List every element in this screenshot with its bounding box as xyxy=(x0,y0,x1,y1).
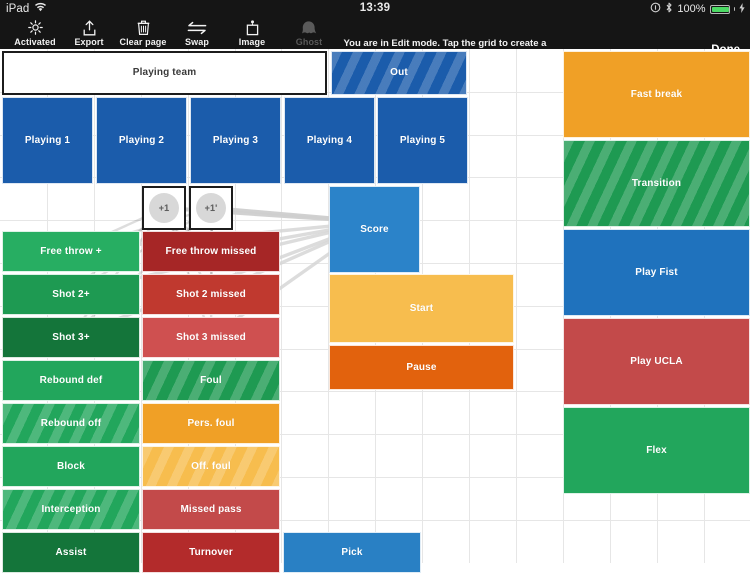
grid-button[interactable]: Pers. foul xyxy=(142,403,280,444)
grid-button-label: Shot 3+ xyxy=(52,331,90,343)
grid-button[interactable]: +1 xyxy=(142,186,186,230)
grid-button-label: Missed pass xyxy=(180,503,242,515)
grid-button-label: Pick xyxy=(341,546,363,558)
grid-button[interactable]: Block xyxy=(2,446,140,487)
grid-button-label: Off. foul xyxy=(191,460,231,472)
grid-button-label: Play Fist xyxy=(635,266,678,278)
grid-button[interactable]: Assist xyxy=(2,532,140,573)
grid-button-label: Fast break xyxy=(630,88,683,100)
grid-button-label: Play UCLA xyxy=(630,355,683,367)
status-bar-time: 13:39 xyxy=(359,2,391,14)
grid-button-label: Pause xyxy=(406,361,437,373)
status-bar: iPad 13:39 100% xyxy=(0,0,750,18)
grid-button[interactable]: Playing 4 xyxy=(284,97,375,184)
grid-button[interactable]: Off. foul xyxy=(142,446,280,487)
grid-button[interactable]: Out xyxy=(331,51,467,95)
grid-button-label: Playing 1 xyxy=(24,134,71,146)
rotation-lock-icon xyxy=(650,2,661,16)
grid-button-label: Transition xyxy=(631,177,682,189)
grid-button[interactable]: Free throw + xyxy=(2,231,140,272)
grid-button-label: Playing 4 xyxy=(306,134,353,146)
grid-button-label: Interception xyxy=(41,503,101,515)
grid-button-label: +1 xyxy=(158,203,170,213)
grid-button[interactable]: Transition xyxy=(563,140,750,227)
battery-percent: 100% xyxy=(677,3,706,15)
grid-button[interactable]: Playing 5 xyxy=(377,97,468,184)
grid-button[interactable]: Free throw missed xyxy=(142,231,280,272)
grid-button[interactable]: Foul xyxy=(142,360,280,401)
grid-button-label: Playing 2 xyxy=(118,134,165,146)
grid-button-label: Flex xyxy=(646,444,667,456)
grid-button[interactable]: Shot 2 missed xyxy=(142,274,280,315)
grid-button[interactable]: Start xyxy=(329,274,514,343)
grid-button[interactable]: Playing 2 xyxy=(96,97,187,184)
status-bar-right: 100% xyxy=(650,2,745,16)
grid-button[interactable]: Playing team xyxy=(2,51,327,95)
grid-button-label: Score xyxy=(360,223,389,235)
battery-nub xyxy=(733,7,735,11)
grid-button[interactable]: Interception xyxy=(2,489,140,530)
grid-button[interactable]: +1' xyxy=(189,186,233,230)
grid-button-label: Foul xyxy=(200,374,222,386)
grid-button[interactable]: Shot 3 missed xyxy=(142,317,280,358)
grid-button-label: Playing team xyxy=(132,67,197,78)
grid-button[interactable]: Playing 3 xyxy=(190,97,281,184)
grid-button-label: Free throw missed xyxy=(165,245,257,257)
grid-button[interactable]: Shot 2+ xyxy=(2,274,140,315)
grid-button[interactable]: Pick xyxy=(283,532,421,573)
bluetooth-icon xyxy=(665,2,673,16)
grid-button-label: Start xyxy=(409,302,434,314)
grid-button[interactable]: Playing 1 xyxy=(2,97,93,184)
grid-button-label: Block xyxy=(57,460,85,472)
battery-icon xyxy=(709,4,730,14)
grid-button-label: +1' xyxy=(204,203,218,213)
grid-button[interactable]: Shot 3+ xyxy=(2,317,140,358)
grid-button-label: Turnover xyxy=(189,546,233,558)
grid-button-label: Playing 5 xyxy=(399,134,446,146)
toolbar: Activated Export Clear page Swap Image G… xyxy=(0,18,750,61)
grid-button-label: Assist xyxy=(55,546,87,558)
grid-button[interactable]: Rebound def xyxy=(2,360,140,401)
charging-bolt-icon xyxy=(739,2,745,16)
grid-button-label: Playing 3 xyxy=(212,134,259,146)
grid-button-label: Out xyxy=(390,67,408,78)
grid-button-label: Rebound off xyxy=(40,417,102,429)
grid-button-label: Shot 2 missed xyxy=(176,288,246,300)
grid-button[interactable]: Play UCLA xyxy=(563,318,750,405)
grid-button-label: Rebound def xyxy=(39,374,103,386)
grid-button[interactable]: Fast break xyxy=(563,51,750,138)
grid-button[interactable]: Pause xyxy=(329,345,514,390)
grid-button-label: Pers. foul xyxy=(187,417,235,429)
grid-canvas[interactable]: Playing team Out Fast break Playing 1 Playin… xyxy=(0,49,750,573)
grid-button[interactable]: Missed pass xyxy=(142,489,280,530)
grid-button-label: Free throw + xyxy=(40,245,102,257)
grid-button-label: Shot 3 missed xyxy=(176,331,246,343)
grid-button[interactable]: Score xyxy=(329,186,420,273)
grid-button[interactable]: Rebound off xyxy=(2,403,140,444)
grid-button[interactable]: Turnover xyxy=(142,532,280,573)
grid-button[interactable]: Play Fist xyxy=(563,229,750,316)
ghost-icon xyxy=(276,19,342,36)
grid-button[interactable]: Flex xyxy=(563,407,750,494)
grid-button-label: Shot 2+ xyxy=(52,288,90,300)
